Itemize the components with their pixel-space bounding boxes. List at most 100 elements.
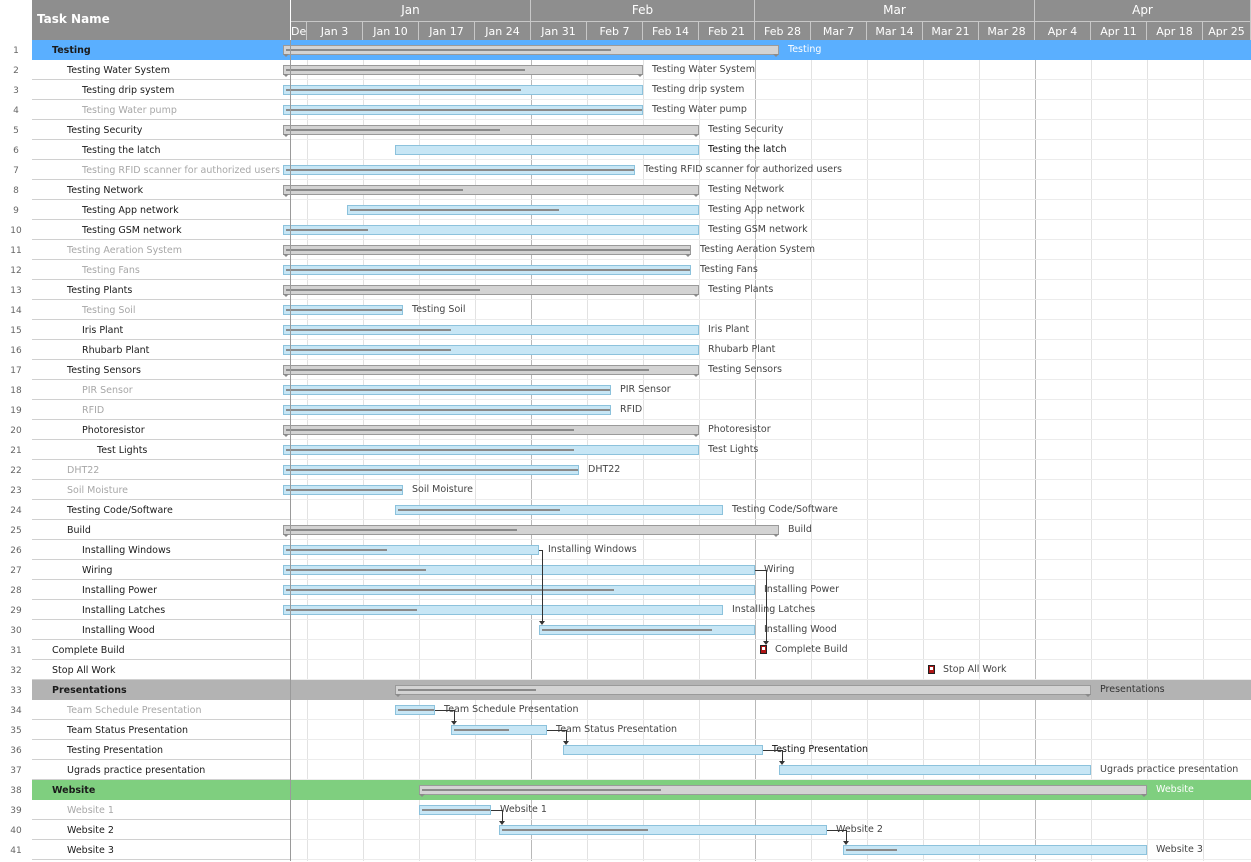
week-header-cell[interactable]: Jan 24	[475, 21, 531, 40]
task-bar[interactable]	[395, 705, 435, 715]
month-header-cell[interactable]: Apr	[1035, 0, 1251, 21]
task-name-cell[interactable]: Testing Water pump	[32, 100, 290, 120]
task-bar[interactable]	[283, 405, 611, 415]
task-name-cell[interactable]: Test Lights	[32, 440, 290, 460]
task-name-cell[interactable]: Installing Windows	[32, 540, 290, 560]
summary-bar[interactable]	[283, 65, 643, 77]
milestone-marker[interactable]	[760, 645, 767, 654]
task-name-cell[interactable]: Website	[32, 780, 290, 800]
week-header-cell[interactable]: Feb 28	[755, 21, 811, 40]
task-name-cell[interactable]: Website 2	[32, 820, 290, 840]
task-bar[interactable]	[451, 725, 547, 735]
task-name-cell[interactable]: RFID	[32, 400, 290, 420]
summary-bar[interactable]	[395, 685, 1091, 697]
week-header-cell[interactable]: Jan 3	[307, 21, 363, 40]
task-name-cell[interactable]: Testing Plants	[32, 280, 290, 300]
week-header-cell[interactable]: Jan 31	[531, 21, 587, 40]
task-name-cell[interactable]: Installing Latches	[32, 600, 290, 620]
week-header-cell[interactable]: Apr 18	[1147, 21, 1203, 40]
task-name-cell[interactable]: Photoresistor	[32, 420, 290, 440]
task-name-cell[interactable]: Testing Water System	[32, 60, 290, 80]
task-bar[interactable]	[283, 105, 643, 115]
task-bar[interactable]	[283, 445, 699, 455]
summary-bar[interactable]	[419, 785, 1147, 797]
task-name-cell[interactable]: Build	[32, 520, 290, 540]
week-header-cell[interactable]: Apr 4	[1035, 21, 1091, 40]
task-bar[interactable]	[283, 325, 699, 335]
task-name-cell[interactable]: Testing Network	[32, 180, 290, 200]
task-name-cell[interactable]: Testing drip system	[32, 80, 290, 100]
task-name-cell[interactable]: Testing GSM network	[32, 220, 290, 240]
task-bar[interactable]	[419, 805, 491, 815]
task-name-cell[interactable]: Testing the latch	[32, 140, 290, 160]
summary-bar[interactable]	[283, 425, 699, 437]
task-name-cell[interactable]: Wiring	[32, 560, 290, 580]
task-bar[interactable]	[283, 385, 611, 395]
task-name-cell[interactable]: Installing Power	[32, 580, 290, 600]
week-header-cell[interactable]: Feb 7	[587, 21, 643, 40]
task-name-cell[interactable]: Complete Build	[32, 640, 290, 660]
task-name-cell[interactable]: Presentations	[32, 680, 290, 700]
task-bar[interactable]	[283, 225, 699, 235]
summary-bar[interactable]	[283, 525, 779, 537]
task-name-cell[interactable]: Stop All Work	[32, 660, 290, 680]
week-header-cell[interactable]: Mar 14	[867, 21, 923, 40]
task-name-cell[interactable]: Iris Plant	[32, 320, 290, 340]
task-bar[interactable]	[283, 165, 635, 175]
task-name-cell[interactable]: Testing Code/Software	[32, 500, 290, 520]
task-bar[interactable]	[283, 85, 643, 95]
task-name-cell[interactable]: Testing Aeration System	[32, 240, 290, 260]
task-name-cell[interactable]: Ugrads practice presentation	[32, 760, 290, 780]
task-bar[interactable]	[283, 485, 403, 495]
task-bar[interactable]	[283, 585, 755, 595]
task-name-cell[interactable]: Team Schedule Presentation	[32, 700, 290, 720]
week-header-cell[interactable]: Apr 11	[1091, 21, 1147, 40]
task-bar[interactable]	[395, 505, 723, 515]
task-name-cell[interactable]: Rhubarb Plant	[32, 340, 290, 360]
task-bar[interactable]	[283, 565, 755, 575]
week-header-cell[interactable]: Jan 17	[419, 21, 475, 40]
task-bar[interactable]	[283, 265, 691, 275]
task-name-cell[interactable]: Testing App network	[32, 200, 290, 220]
week-header-cell[interactable]: Feb 14	[643, 21, 699, 40]
task-bar[interactable]	[779, 765, 1091, 775]
summary-bar[interactable]	[283, 185, 699, 197]
task-name-cell[interactable]: Testing RFID scanner for authorized user…	[32, 160, 290, 180]
summary-bar[interactable]	[283, 245, 691, 257]
summary-bar[interactable]	[283, 125, 699, 137]
task-bar[interactable]	[539, 625, 755, 635]
task-name-cell[interactable]: Testing Security	[32, 120, 290, 140]
week-header-cell[interactable]: De	[291, 21, 307, 40]
task-name-cell[interactable]: Installing Wood	[32, 620, 290, 640]
month-header-cell[interactable]: Jan	[291, 0, 531, 21]
task-name-cell[interactable]: Soil Moisture	[32, 480, 290, 500]
task-name-cell[interactable]: Testing	[32, 40, 290, 60]
week-header-cell[interactable]: Feb 21	[699, 21, 755, 40]
task-name-cell[interactable]: Website 3	[32, 840, 290, 860]
milestone-marker[interactable]	[928, 665, 935, 674]
task-name-cell[interactable]: Testing Sensors	[32, 360, 290, 380]
summary-bar[interactable]	[283, 285, 699, 297]
task-bar[interactable]	[283, 305, 403, 315]
column-divider[interactable]	[290, 40, 291, 861]
task-bar[interactable]	[283, 345, 699, 355]
task-name-cell[interactable]: Testing Fans	[32, 260, 290, 280]
week-header-cell[interactable]: Mar 21	[923, 21, 979, 40]
task-bar[interactable]	[499, 825, 827, 835]
task-bar[interactable]	[563, 745, 763, 755]
week-header-cell[interactable]: Mar 28	[979, 21, 1035, 40]
task-bar[interactable]	[843, 845, 1147, 855]
task-name-cell[interactable]: Website 1	[32, 800, 290, 820]
task-bar[interactable]	[395, 145, 699, 155]
week-header-cell[interactable]: Jan 10	[363, 21, 419, 40]
month-header-cell[interactable]: Mar	[755, 0, 1035, 21]
task-name-cell[interactable]: Team Status Presentation	[32, 720, 290, 740]
task-name-cell[interactable]: Testing Soil	[32, 300, 290, 320]
task-bar[interactable]	[283, 605, 723, 615]
summary-bar[interactable]	[283, 45, 779, 57]
task-bar[interactable]	[283, 545, 539, 555]
task-name-cell[interactable]: PIR Sensor	[32, 380, 290, 400]
week-header-cell[interactable]: Mar 7	[811, 21, 867, 40]
task-name-cell[interactable]: DHT22	[32, 460, 290, 480]
summary-bar[interactable]	[283, 365, 699, 377]
